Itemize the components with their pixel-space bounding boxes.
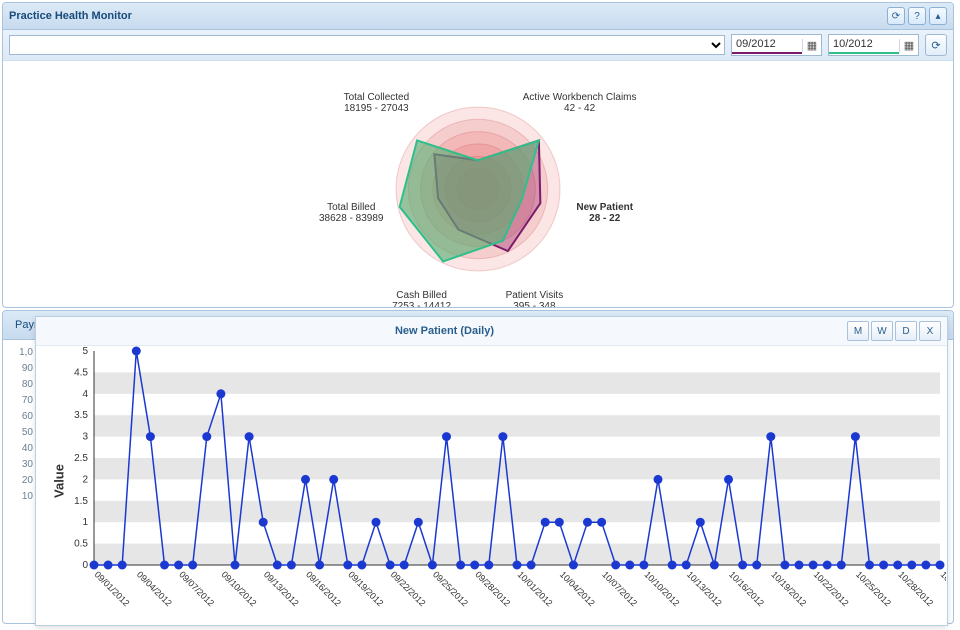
panel-title: Practice Health Monitor xyxy=(9,10,884,22)
help-icon[interactable]: ? xyxy=(908,7,926,25)
collapse-icon[interactable]: ▴ xyxy=(929,7,947,25)
svg-text:10/13/2012: 10/13/2012 xyxy=(685,569,724,608)
background-y-axis: 1,0908070605040302010 xyxy=(5,347,33,507)
svg-text:10/10/2012: 10/10/2012 xyxy=(642,569,681,608)
overlay-header: New Patient (Daily) M W D X xyxy=(36,317,947,346)
svg-text:10/28/2012: 10/28/2012 xyxy=(896,569,935,608)
calendar-icon[interactable]: ▦ xyxy=(802,39,821,52)
date-from-input[interactable] xyxy=(732,36,802,52)
svg-text:09/22/2012: 09/22/2012 xyxy=(389,569,428,608)
svg-text:10/31/2012: 10/31/2012 xyxy=(939,569,946,608)
svg-text:3.5: 3.5 xyxy=(74,410,88,421)
date-to-input[interactable] xyxy=(829,36,899,52)
refresh-icon[interactable]: ⟳ xyxy=(887,7,905,25)
svg-text:09/10/2012: 09/10/2012 xyxy=(219,569,258,608)
svg-text:09/01/2012: 09/01/2012 xyxy=(93,569,132,608)
calendar-icon[interactable]: ▦ xyxy=(899,39,918,52)
date-from-box: ▦ xyxy=(731,34,822,56)
svg-text:4: 4 xyxy=(82,389,88,400)
svg-text:10/04/2012: 10/04/2012 xyxy=(558,569,597,608)
svg-text:10/07/2012: 10/07/2012 xyxy=(600,569,639,608)
svg-text:09/13/2012: 09/13/2012 xyxy=(262,569,301,608)
svg-text:4.5: 4.5 xyxy=(74,367,88,378)
svg-text:2: 2 xyxy=(82,474,88,485)
svg-text:10/16/2012: 10/16/2012 xyxy=(727,569,766,608)
svg-text:1: 1 xyxy=(82,517,88,528)
toolbar: ▦ ▦ ⟳ xyxy=(3,30,953,61)
week-button[interactable]: W xyxy=(871,321,893,341)
svg-text:09/16/2012: 09/16/2012 xyxy=(304,569,343,608)
panel-header: Practice Health Monitor ⟳ ? ▴ xyxy=(3,3,953,30)
svg-text:09/04/2012: 09/04/2012 xyxy=(135,569,174,608)
svg-text:0: 0 xyxy=(82,560,88,571)
svg-text:5: 5 xyxy=(82,346,88,357)
date-to-underline xyxy=(829,52,899,54)
line-chart-svg: 0 0.5 1 1.5 2 2.5 3 3.5 4 4.5 5 09/01/201209/04/201… xyxy=(46,345,946,623)
daily-chart-overlay: New Patient (Daily) M W D X Value 0 0.5 1 1… xyxy=(35,316,948,626)
date-from-underline xyxy=(732,52,802,54)
view-buttons: M W D X xyxy=(847,321,941,341)
y-axis-label: Value xyxy=(51,464,66,498)
date-to-box: ▦ xyxy=(828,34,919,56)
month-button[interactable]: M xyxy=(847,321,869,341)
svg-text:09/19/2012: 09/19/2012 xyxy=(346,569,385,608)
svg-text:3: 3 xyxy=(82,432,88,443)
svg-text:09/25/2012: 09/25/2012 xyxy=(431,569,470,608)
svg-text:1.5: 1.5 xyxy=(74,496,88,507)
svg-text:10/19/2012: 10/19/2012 xyxy=(769,569,808,608)
reload-button[interactable]: ⟳ xyxy=(925,34,947,56)
svg-text:09/07/2012: 09/07/2012 xyxy=(177,569,216,608)
svg-text:10/01/2012: 10/01/2012 xyxy=(516,569,555,608)
svg-text:10/25/2012: 10/25/2012 xyxy=(854,569,893,608)
svg-text:2.5: 2.5 xyxy=(74,453,88,464)
radar-svg: Daily No Future Appts0 - 0Active Workben… xyxy=(198,67,758,307)
radar-chart: Daily No Future Appts0 - 0Active Workben… xyxy=(3,61,953,308)
svg-text:0.5: 0.5 xyxy=(74,539,88,550)
practice-health-panel: Practice Health Monitor ⟳ ? ▴ ▦ ▦ ⟳ Dail… xyxy=(2,2,954,308)
chart-area: Value 00.511.522.533.544.5509/01/201209/… xyxy=(46,345,939,617)
svg-text:09/28/2012: 09/28/2012 xyxy=(473,569,512,608)
close-button[interactable]: X xyxy=(919,321,941,341)
overlay-title: New Patient (Daily) xyxy=(42,325,847,337)
svg-text:10/22/2012: 10/22/2012 xyxy=(812,569,851,608)
metric-select[interactable] xyxy=(9,35,725,55)
day-button[interactable]: D xyxy=(895,321,917,341)
